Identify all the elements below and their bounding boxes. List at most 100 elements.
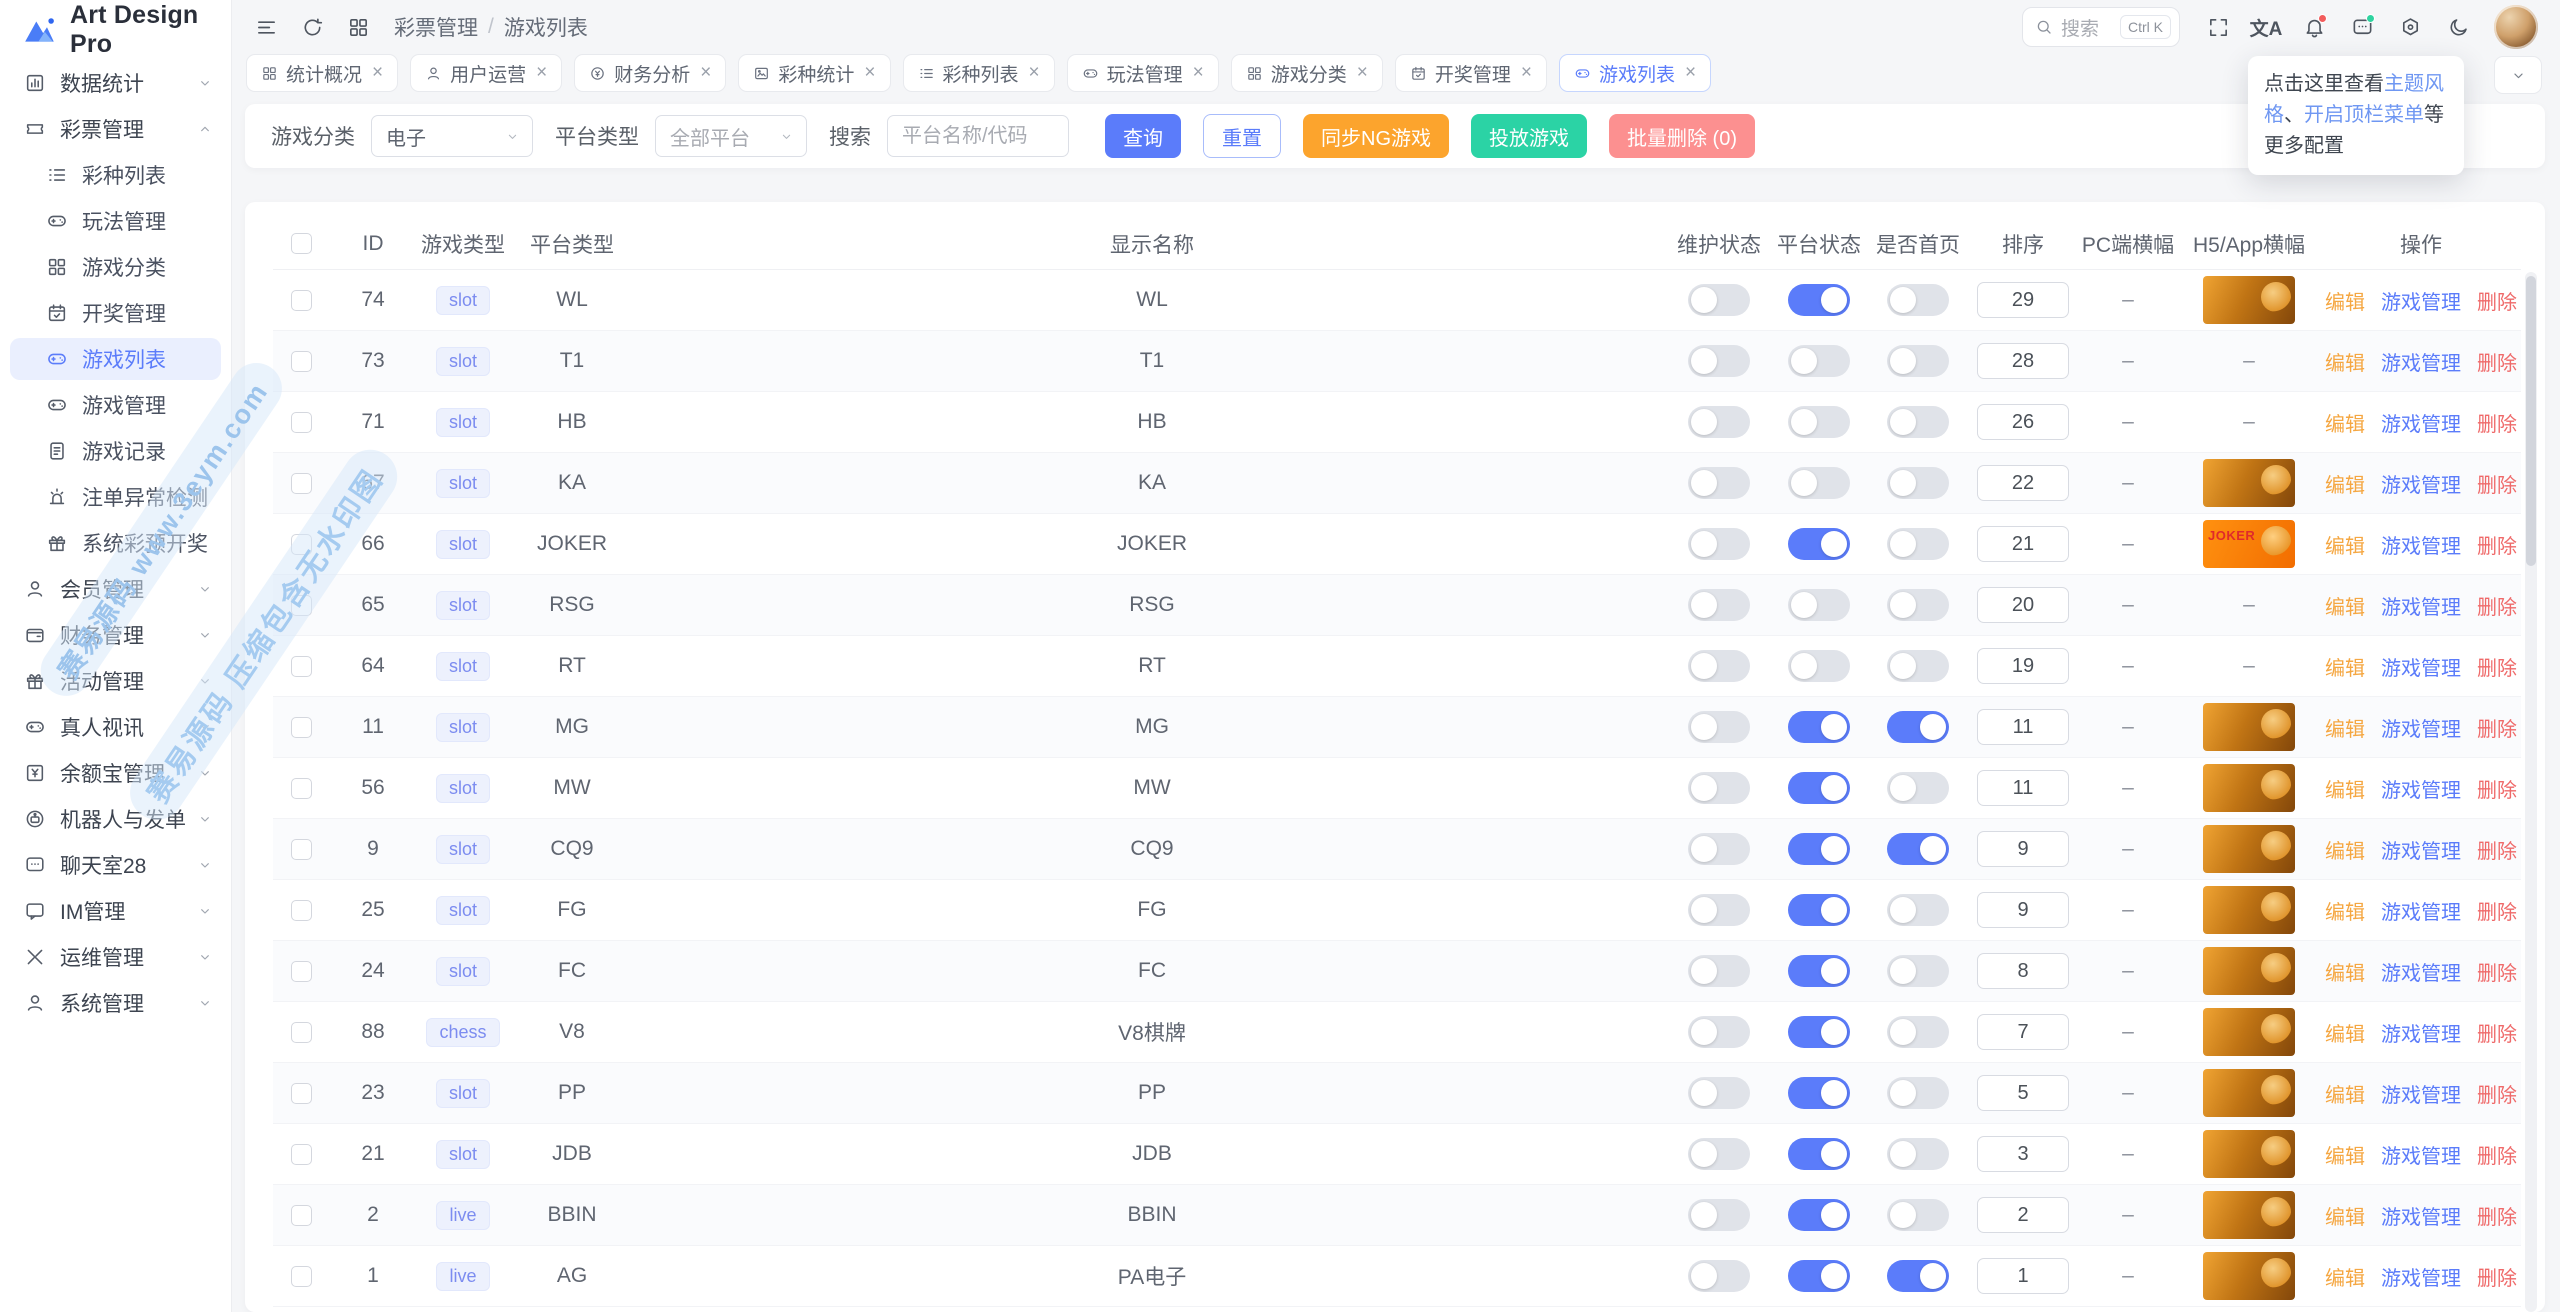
edit-link[interactable]: 编辑 [2325,286,2365,315]
scrollbar-thumb[interactable] [2526,276,2536,566]
row-checkbox[interactable] [290,777,312,799]
sidebar-item-游戏记录[interactable]: 游戏记录 [0,428,231,474]
platform-status-toggle[interactable] [1788,1138,1850,1170]
game-manage-link[interactable]: 游戏管理 [2381,408,2461,437]
platform-status-toggle[interactable] [1788,772,1850,804]
maintain-toggle[interactable] [1688,1077,1750,1109]
homepage-toggle[interactable] [1887,1260,1949,1292]
app-logo[interactable]: Art Design Pro [0,0,231,60]
delete-link[interactable]: 删除 [2477,1201,2517,1230]
tab-item[interactable]: 游戏列表 × [1559,54,1712,92]
sort-input[interactable]: 29 [1977,282,2069,318]
sidebar-item-开奖管理[interactable]: 开奖管理 [0,290,231,336]
sort-input[interactable]: 7 [1977,1014,2069,1050]
row-checkbox[interactable] [290,1265,312,1287]
edit-link[interactable]: 编辑 [2325,1262,2365,1291]
row-checkbox[interactable] [290,350,312,372]
homepage-toggle[interactable] [1887,528,1949,560]
game-manage-link[interactable]: 游戏管理 [2381,713,2461,742]
edit-link[interactable]: 编辑 [2325,652,2365,681]
maintain-toggle[interactable] [1688,284,1750,316]
sidebar-item-注单异常检测[interactable]: 注单异常检测 [0,474,231,520]
tab-close-icon[interactable]: × [1029,62,1040,84]
game-manage-link[interactable]: 游戏管理 [2381,530,2461,559]
platform-status-toggle[interactable] [1788,589,1850,621]
delete-link[interactable]: 删除 [2477,469,2517,498]
homepage-toggle[interactable] [1887,772,1949,804]
platform-status-toggle[interactable] [1788,1260,1850,1292]
row-checkbox[interactable] [290,1021,312,1043]
platform-search-input[interactable] [887,115,1069,157]
homepage-toggle[interactable] [1887,467,1949,499]
game-manage-link[interactable]: 游戏管理 [2381,286,2461,315]
edit-link[interactable]: 编辑 [2325,957,2365,986]
sidebar-item-玩法管理[interactable]: 玩法管理 [0,198,231,244]
sort-input[interactable]: 1 [1977,1258,2069,1294]
platform-status-toggle[interactable] [1788,894,1850,926]
category-select[interactable]: 电子 [371,115,533,157]
sidebar-item-游戏分类[interactable]: 游戏分类 [0,244,231,290]
row-checkbox[interactable] [290,899,312,921]
tab-close-icon[interactable]: × [864,62,875,84]
edit-link[interactable]: 编辑 [2325,774,2365,803]
game-manage-link[interactable]: 游戏管理 [2381,1201,2461,1230]
homepage-toggle[interactable] [1887,894,1949,926]
sidebar-item-聊天室28[interactable]: 聊天室28 [0,842,231,888]
refresh-button[interactable] [292,7,332,47]
game-manage-link[interactable]: 游戏管理 [2381,347,2461,376]
game-manage-link[interactable]: 游戏管理 [2381,652,2461,681]
delete-link[interactable]: 删除 [2477,652,2517,681]
maintain-toggle[interactable] [1688,345,1750,377]
delete-link[interactable]: 删除 [2477,408,2517,437]
game-manage-link[interactable]: 游戏管理 [2381,1140,2461,1169]
delete-link[interactable]: 删除 [2477,591,2517,620]
delete-link[interactable]: 删除 [2477,957,2517,986]
row-checkbox[interactable] [290,411,312,433]
sidebar-item-游戏管理[interactable]: 游戏管理 [0,382,231,428]
edit-link[interactable]: 编辑 [2325,530,2365,559]
sidebar-item-真人视讯[interactable]: 真人视讯 [0,704,231,750]
delete-link[interactable]: 删除 [2477,347,2517,376]
delete-link[interactable]: 删除 [2477,1079,2517,1108]
delete-link[interactable]: 删除 [2477,774,2517,803]
reset-button[interactable]: 重置 [1203,114,1281,158]
edit-link[interactable]: 编辑 [2325,835,2365,864]
sort-input[interactable]: 28 [1977,343,2069,379]
delete-link[interactable]: 删除 [2477,286,2517,315]
maintain-toggle[interactable] [1688,1138,1750,1170]
game-manage-link[interactable]: 游戏管理 [2381,1018,2461,1047]
sidebar-item-IM管理[interactable]: IM管理 [0,888,231,934]
row-checkbox[interactable] [290,594,312,616]
platform-status-toggle[interactable] [1788,284,1850,316]
maintain-toggle[interactable] [1688,833,1750,865]
sidebar-item-系统彩预开奖[interactable]: 系统彩预开奖 [0,520,231,566]
query-button[interactable]: 查询 [1105,114,1181,158]
maintain-toggle[interactable] [1688,406,1750,438]
maintain-toggle[interactable] [1688,589,1750,621]
game-manage-link[interactable]: 游戏管理 [2381,896,2461,925]
sidebar-item-机器人与发单[interactable]: 机器人与发单 [0,796,231,842]
fullscreen-button[interactable] [2198,7,2238,47]
maintain-toggle[interactable] [1688,711,1750,743]
menu-collapse-button[interactable] [246,7,286,47]
homepage-toggle[interactable] [1887,284,1949,316]
row-checkbox[interactable] [290,533,312,555]
homepage-toggle[interactable] [1887,406,1949,438]
delete-link[interactable]: 删除 [2477,1018,2517,1047]
edit-link[interactable]: 编辑 [2325,896,2365,925]
sort-input[interactable]: 9 [1977,892,2069,928]
tab-item[interactable]: 玩法管理 × [1066,54,1219,92]
tab-item[interactable]: 彩种统计 × [738,54,891,92]
sort-input[interactable]: 22 [1977,465,2069,501]
select-all-checkbox[interactable] [290,233,312,254]
tab-close-icon[interactable]: × [536,62,547,84]
homepage-toggle[interactable] [1887,650,1949,682]
sidebar-item-数据统计[interactable]: 数据统计 [0,60,231,106]
row-checkbox[interactable] [290,289,312,311]
tab-close-icon[interactable]: × [1521,62,1532,84]
tab-options-button[interactable] [2494,56,2542,94]
sort-input[interactable]: 9 [1977,831,2069,867]
edit-link[interactable]: 编辑 [2325,347,2365,376]
homepage-toggle[interactable] [1887,1199,1949,1231]
platform-status-toggle[interactable] [1788,650,1850,682]
